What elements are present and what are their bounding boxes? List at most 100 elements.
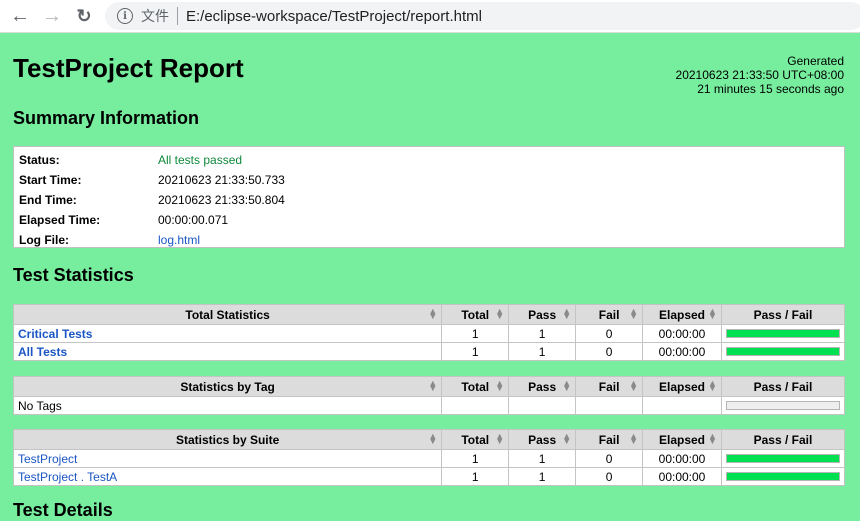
log-file-link[interactable]: log.html: [158, 233, 200, 247]
column-header-name[interactable]: Statistics by Suite ▲ ▼: [12, 429, 443, 450]
sort-icon: ▲ ▼: [428, 378, 438, 393]
column-header-name[interactable]: Statistics by Tag ▲ ▼: [12, 376, 443, 397]
column-header-pass[interactable]: Pass ▲ ▼: [508, 376, 577, 397]
sort-icon: ▲ ▼: [629, 378, 639, 393]
pass-fail-bar: [725, 472, 840, 481]
column-header-elapsed[interactable]: Elapsed ▲ ▼: [642, 376, 722, 397]
column-header-fail[interactable]: Fail ▲ ▼: [575, 376, 644, 397]
generated-label: Generated: [787, 54, 844, 68]
statistics-heading: Test Statistics: [13, 265, 134, 285]
details-heading: Test Details: [13, 500, 113, 520]
address-separator: [177, 7, 178, 25]
table-row: TestProject 1 1 0 00:00:00: [12, 449, 846, 468]
url-text[interactable]: E:/eclipse-workspace/TestProject/report.…: [186, 8, 482, 25]
sort-icon: ▲ ▼: [495, 306, 505, 321]
reload-icon: ↻: [76, 5, 92, 26]
fail-value: 0: [575, 342, 644, 361]
column-header-pass-fail: Pass / Fail: [720, 304, 846, 325]
empty-bar: [725, 401, 840, 410]
suite-link[interactable]: TestProject . TestA: [18, 470, 117, 484]
start-time-value: 20210623 21:33:50.733: [158, 173, 285, 187]
column-header-elapsed[interactable]: Elapsed ▲ ▼: [642, 304, 722, 325]
elapsed-value: 00:00:00: [642, 324, 722, 343]
back-button[interactable]: ←: [8, 4, 32, 28]
end-time-value: 20210623 21:33:50.804: [158, 193, 285, 207]
elapsed-value: 00:00:00: [642, 449, 722, 468]
column-header-name[interactable]: Total Statistics ▲ ▼: [12, 304, 443, 325]
summary-row-status: Status: All tests passed: [19, 150, 285, 170]
summary-row-elapsed: Elapsed Time: 00:00:00.071: [19, 210, 285, 230]
total-value: 1: [441, 467, 510, 486]
sort-icon: ▲ ▼: [562, 378, 572, 393]
no-tags-text: No Tags: [12, 396, 443, 415]
pass-fail-bar: [725, 347, 840, 356]
sort-icon: ▲ ▼: [629, 306, 639, 321]
pass-fail-bar: [725, 454, 840, 463]
pass-bar-fill: [726, 455, 839, 462]
column-header-elapsed[interactable]: Elapsed ▲ ▼: [642, 429, 722, 450]
fail-value: 0: [575, 467, 644, 486]
pass-bar-fill: [726, 473, 839, 480]
table-row: No Tags: [12, 396, 846, 415]
total-value: 1: [441, 449, 510, 468]
arrow-left-icon: ←: [10, 4, 30, 27]
fail-value: 0: [575, 449, 644, 468]
pass-value: 1: [508, 324, 577, 343]
scheme-label: 文件: [141, 8, 169, 24]
summary-row-log: Log File: log.html: [19, 230, 285, 250]
summary-label: End Time:: [19, 193, 77, 207]
sort-icon: ▲ ▼: [708, 378, 717, 393]
table-row: All Tests 1 1 0 00:00:00: [12, 342, 846, 361]
column-header-pass[interactable]: Pass ▲ ▼: [508, 304, 577, 325]
browser-toolbar: ← → ↻ i 文件 E:/eclipse-workspace/TestProj…: [0, 0, 860, 33]
summary-label: Status:: [19, 153, 60, 167]
sort-icon: ▲ ▼: [629, 431, 639, 446]
sort-icon: ▲ ▼: [428, 431, 438, 446]
column-header-total[interactable]: Total ▲ ▼: [441, 376, 510, 397]
total-value: 1: [441, 324, 510, 343]
pass-value: 1: [508, 342, 577, 361]
column-header-fail[interactable]: Fail ▲ ▼: [575, 429, 644, 450]
summary-row-end: End Time: 20210623 21:33:50.804: [19, 190, 285, 210]
sort-icon: ▲ ▼: [495, 431, 505, 446]
sort-icon: ▲ ▼: [495, 378, 505, 393]
generated-time: 20210623 21:33:50 UTC+08:00: [675, 68, 844, 82]
all-tests-link[interactable]: All Tests: [18, 345, 67, 359]
column-header-total[interactable]: Total ▲ ▼: [441, 304, 510, 325]
pass-value: 1: [508, 467, 577, 486]
column-header-total[interactable]: Total ▲ ▼: [441, 429, 510, 450]
sort-icon: ▲ ▼: [708, 431, 717, 446]
summary-table: Status: All tests passed Start Time: 202…: [13, 146, 845, 248]
total-statistics-table: Total Statistics ▲ ▼ Total ▲ ▼ Pass ▲ ▼ Fail ▲ ▼…: [12, 304, 846, 361]
generated-ago: 21 minutes 15 seconds ago: [697, 82, 844, 96]
sort-icon: ▲ ▼: [428, 306, 438, 321]
summary-label: Log File:: [19, 233, 69, 247]
summary-row-start: Start Time: 20210623 21:33:50.733: [19, 170, 285, 190]
page-title: TestProject Report: [13, 53, 244, 83]
forward-button[interactable]: →: [40, 4, 64, 28]
pass-fail-bar: [725, 329, 840, 338]
reload-button[interactable]: ↻: [72, 4, 96, 28]
pass-bar-fill: [726, 330, 839, 337]
arrow-right-icon: →: [42, 4, 62, 27]
column-header-pass[interactable]: Pass ▲ ▼: [508, 429, 577, 450]
elapsed-value: 00:00:00: [642, 467, 722, 486]
sort-icon: ▲ ▼: [562, 431, 572, 446]
pass-bar-fill: [726, 348, 839, 355]
suite-statistics-table: Statistics by Suite ▲ ▼ Total ▲ ▼ Pass ▲ ▼ Fai…: [12, 429, 846, 486]
tag-statistics-table: Statistics by Tag ▲ ▼ Total ▲ ▼ Pass ▲ ▼ Fail ▲…: [12, 376, 846, 415]
pass-value: 1: [508, 449, 577, 468]
sort-icon: ▲ ▼: [708, 306, 717, 321]
info-icon[interactable]: i: [117, 8, 133, 24]
elapsed-value: 00:00:00: [642, 342, 722, 361]
status-value: All tests passed: [158, 153, 243, 167]
total-value: 1: [441, 342, 510, 361]
column-header-pass-fail: Pass / Fail: [720, 376, 846, 397]
critical-tests-link[interactable]: Critical Tests: [18, 327, 92, 341]
address-bar[interactable]: i 文件 E:/eclipse-workspace/TestProject/re…: [105, 2, 860, 30]
table-row: Critical Tests 1 1 0 00:00:00: [12, 324, 846, 343]
column-header-fail[interactable]: Fail ▲ ▼: [575, 304, 644, 325]
suite-link[interactable]: TestProject: [18, 452, 77, 466]
summary-heading: Summary Information: [13, 108, 200, 128]
generated-info: Generated 20210623 21:33:50 UTC+08:00 21…: [676, 54, 844, 96]
